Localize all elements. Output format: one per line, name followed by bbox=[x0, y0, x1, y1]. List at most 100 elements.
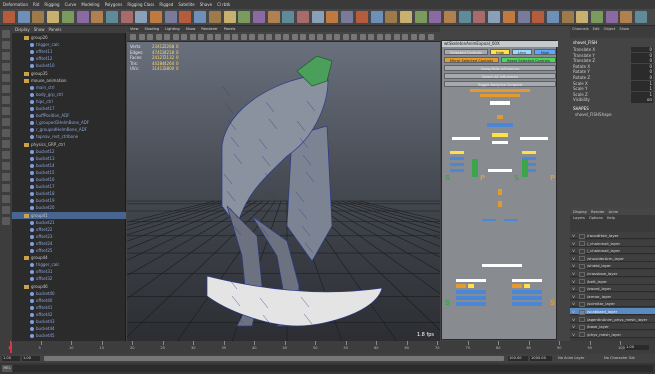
outliner-row[interactable]: body_grp_ctrl bbox=[12, 91, 126, 98]
layer-visibility-toggle[interactable]: V bbox=[570, 323, 577, 330]
viewport-tool-icon[interactable] bbox=[181, 34, 187, 40]
viewport-tool-icon[interactable] bbox=[376, 34, 383, 40]
menu-4[interactable]: Modeling bbox=[81, 2, 99, 7]
outliner-row[interactable]: group26 bbox=[12, 34, 126, 41]
outliner-row[interactable]: offset24 bbox=[12, 240, 126, 247]
viewport-tool-icon[interactable] bbox=[155, 34, 162, 40]
viewport-tool-icon[interactable] bbox=[240, 34, 247, 40]
shelf-tool-icon[interactable] bbox=[91, 11, 104, 23]
viewport-tool-icon[interactable] bbox=[266, 34, 272, 40]
viewport-tool-icon[interactable] bbox=[198, 34, 204, 40]
layer-playback-toggle[interactable] bbox=[579, 263, 585, 269]
viewport-tool-icon[interactable] bbox=[351, 34, 357, 40]
shelf-tool-icon[interactable] bbox=[252, 11, 265, 23]
viewport-tool-icon[interactable] bbox=[257, 34, 264, 40]
picker-arm-ctrl[interactable] bbox=[450, 151, 464, 154]
channel-value[interactable]: 1 bbox=[631, 91, 653, 98]
outliner-row[interactable]: bucket20 bbox=[12, 204, 126, 211]
outliner-row[interactable]: bucket15 bbox=[12, 169, 126, 176]
channel-value[interactable]: 0 bbox=[631, 47, 653, 53]
time-slider[interactable]: 1510152025303540455055606570758085909510… bbox=[0, 341, 655, 354]
menu-7[interactable]: Rigged bbox=[159, 2, 173, 7]
shelf-tool-icon[interactable] bbox=[414, 11, 427, 23]
outliner-row[interactable]: bucket45 bbox=[12, 332, 126, 339]
outliner-row[interactable]: offset12 bbox=[12, 55, 126, 62]
outliner-row[interactable]: bucket40 bbox=[12, 290, 126, 297]
shelf-tool-icon[interactable] bbox=[576, 11, 589, 23]
outliner-row[interactable]: bucket18 bbox=[12, 190, 126, 197]
viewport-menu-show[interactable]: Show bbox=[186, 27, 196, 31]
shelf-tool-icon[interactable] bbox=[61, 11, 74, 23]
viewport-tool-icon[interactable] bbox=[342, 34, 349, 40]
channel-value[interactable]: 0 bbox=[631, 58, 653, 64]
mirror-selected-button[interactable]: Mirror Selected Controls bbox=[444, 57, 499, 63]
picker-r-leg[interactable] bbox=[504, 219, 518, 221]
outliner-row[interactable]: topnav_rest_ctrlbone bbox=[12, 133, 126, 140]
channel-row[interactable]: Scale Z 1 bbox=[573, 91, 653, 98]
outliner-row[interactable]: offset25 bbox=[12, 247, 126, 254]
picker-belt[interactable] bbox=[488, 169, 512, 172]
tool-icon[interactable] bbox=[2, 52, 10, 60]
viewport-tool-icon[interactable] bbox=[419, 34, 425, 40]
layer-row[interactable]: V/shoulderArm_layer bbox=[570, 254, 655, 262]
layer-visibility-toggle[interactable]: V bbox=[570, 270, 577, 277]
outliner-row[interactable]: offset40 bbox=[12, 297, 126, 304]
hide-button[interactable]: Hide bbox=[490, 49, 510, 55]
shelf-tool-icon[interactable] bbox=[370, 11, 383, 23]
layer-row[interactable]: V/shield_layer bbox=[570, 262, 655, 270]
shelf-tool-icon[interactable] bbox=[120, 11, 133, 23]
channel-row[interactable]: Scale X 1 bbox=[573, 80, 653, 86]
picker-foot-ctrl[interactable] bbox=[456, 284, 466, 288]
shelf-tool-icon[interactable] bbox=[282, 11, 295, 23]
menu-2[interactable]: Rigging bbox=[44, 2, 59, 7]
picker-r-hand[interactable] bbox=[522, 159, 528, 177]
tool-icon[interactable] bbox=[2, 85, 10, 93]
picker-foot-ctrl[interactable] bbox=[512, 279, 542, 282]
shelf-tool-icon[interactable] bbox=[223, 11, 236, 23]
outliner-row[interactable]: r_groupedHelmBone_ADF bbox=[12, 126, 126, 133]
menu-1[interactable]: Rid bbox=[33, 2, 39, 7]
channel-box-menu-object[interactable]: Object bbox=[604, 27, 616, 31]
tool-icon[interactable] bbox=[2, 129, 10, 137]
shelf-tool-icon[interactable] bbox=[488, 11, 501, 23]
viewport-menu-view[interactable]: View bbox=[130, 27, 139, 31]
layer-row[interactable]: V/crossbow_layer bbox=[570, 270, 655, 277]
outliner-row[interactable]: bucket12 bbox=[12, 148, 126, 155]
channel-row[interactable]: Rotate X 0 bbox=[573, 63, 653, 70]
anim-layer-menu[interactable]: No Anim Layer bbox=[558, 356, 584, 360]
layer-visibility-toggle[interactable]: V bbox=[570, 232, 577, 239]
layer-playback-toggle[interactable] bbox=[579, 324, 585, 330]
outliner-row[interactable]: mouse_animation bbox=[12, 77, 126, 84]
picker-foot-ctrl[interactable] bbox=[512, 284, 522, 288]
viewport-tool-icon[interactable] bbox=[402, 34, 408, 40]
viewport-tool-icon[interactable] bbox=[172, 34, 179, 40]
picker-head-control[interactable] bbox=[492, 133, 508, 137]
current-frame-field[interactable]: 1.00 bbox=[625, 345, 649, 350]
shelf-tool-icon[interactable] bbox=[502, 11, 515, 23]
viewport-tool-icon[interactable] bbox=[308, 34, 315, 40]
tool-icon[interactable] bbox=[2, 184, 10, 192]
layer-playback-toggle[interactable] bbox=[579, 241, 585, 247]
layer-row[interactable]: V/agentInAnim_phys_mesh_layer bbox=[570, 315, 655, 323]
menu-0[interactable]: Deformation bbox=[3, 2, 28, 7]
shelf-tool-icon[interactable] bbox=[105, 11, 118, 23]
perspective-viewport[interactable]: View Shading Lighting Show Renderer Panels Ve… bbox=[127, 26, 440, 341]
outliner-row[interactable]: offset22 bbox=[12, 226, 126, 233]
picker-pelvis[interactable] bbox=[498, 189, 502, 195]
high-button[interactable]: High bbox=[534, 49, 556, 55]
shelf-tool-icon[interactable] bbox=[76, 11, 89, 23]
layer-playback-toggle[interactable] bbox=[579, 279, 585, 285]
tool-icon[interactable] bbox=[2, 173, 10, 181]
layer-visibility-toggle[interactable]: V bbox=[570, 300, 577, 307]
outliner-row[interactable]: group35 bbox=[12, 70, 126, 77]
layer-visibility-toggle[interactable]: V bbox=[570, 262, 577, 269]
picker-l-hand[interactable] bbox=[472, 159, 478, 177]
viewport-tool-icon[interactable] bbox=[291, 34, 298, 40]
outliner-row[interactable]: bucket21 bbox=[12, 219, 126, 226]
viewport-tool-icon[interactable] bbox=[223, 34, 230, 40]
picker-foot-bar[interactable] bbox=[482, 264, 522, 267]
picker-foot-ctrl[interactable] bbox=[512, 290, 542, 294]
layer-playback-toggle[interactable] bbox=[579, 233, 585, 239]
outliner-row[interactable]: bucket44 bbox=[12, 325, 126, 332]
show-hide-influences-button[interactable]: Show/Hide Influences bbox=[444, 65, 556, 71]
